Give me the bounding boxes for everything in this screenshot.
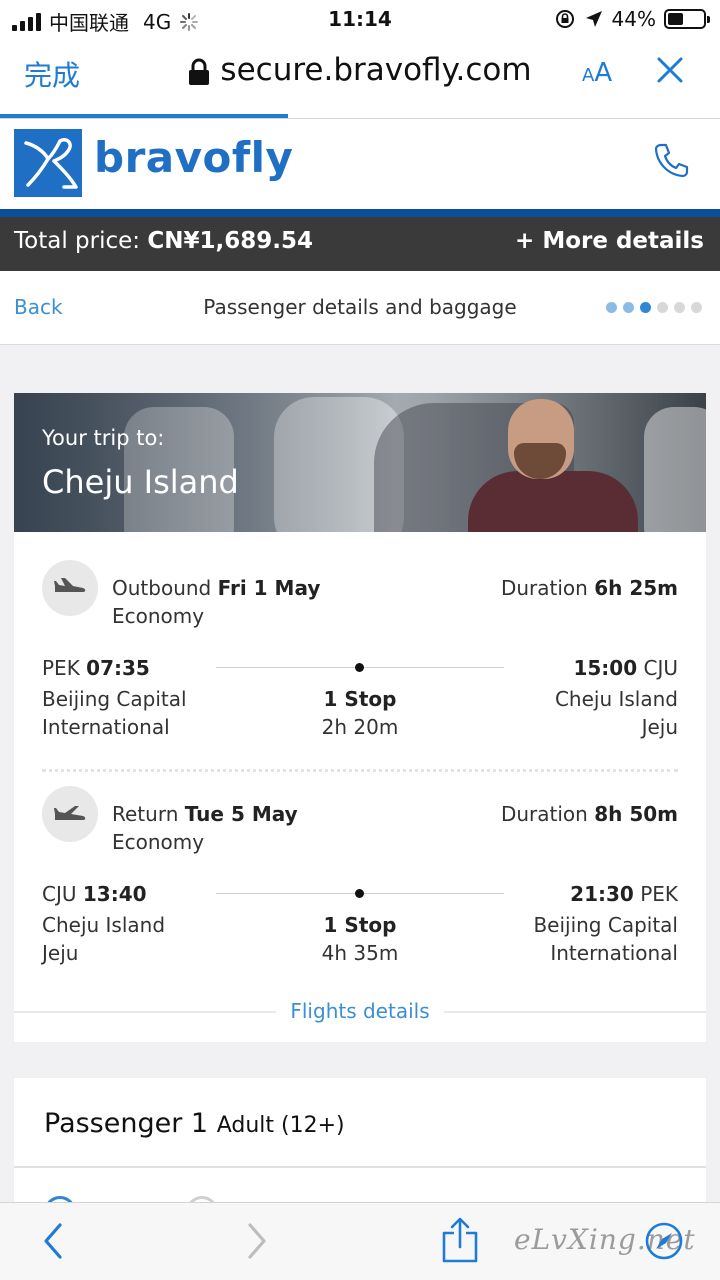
return-stops: 1 Stop [323, 913, 397, 937]
header-stripe [0, 209, 720, 217]
outbound-stop-dot [355, 663, 364, 672]
compass-icon[interactable] [644, 1221, 684, 1265]
forward-arrow-icon[interactable] [244, 1221, 270, 1265]
outbound-arrival: 15:00 CJU [573, 656, 678, 680]
browser-toolbar: eLvXing.net [0, 1202, 720, 1280]
total-price-amount: CN¥1,689.54 [147, 228, 313, 254]
step-dot [674, 302, 685, 313]
passenger-card: Passenger 1 Adult (12+) [14, 1078, 706, 1228]
lock-icon [189, 58, 210, 85]
return-stop-dot [355, 889, 364, 898]
return-duration: Duration 8h 50m [500, 802, 678, 826]
location-arrow-icon [585, 11, 602, 27]
phone-icon[interactable] [652, 141, 690, 183]
brand-name[interactable]: bravofly [94, 133, 293, 182]
step-progress-dots [606, 302, 702, 313]
trip-destination: Cheju Island [42, 463, 239, 501]
plane-arrival-icon [42, 786, 98, 842]
site-header: bravofly [0, 119, 720, 209]
passenger-title: Passenger 1 Adult (12+) [44, 1108, 345, 1139]
step-dot [691, 302, 702, 313]
step-dot [623, 302, 634, 313]
url-text: secure.bravofly.com [220, 52, 532, 88]
close-icon[interactable] [656, 56, 684, 88]
battery-icon [664, 9, 710, 29]
passenger-type: Adult (12+) [216, 1113, 345, 1138]
battery-percent: 44% [611, 7, 656, 31]
return-stop-duration: 4h 35m [321, 941, 399, 965]
return-arrival: 21:30 PEK [570, 882, 678, 906]
rotation-lock-icon [555, 10, 574, 28]
total-price-bar: Total price: CN¥1,689.54 + More details [0, 217, 720, 271]
outbound-arrival-airport: Jeju [641, 715, 678, 739]
return-arrival-airport: International [550, 941, 678, 965]
return-header: Return Tue 5 May [112, 802, 298, 826]
share-icon[interactable] [440, 1217, 480, 1267]
return-departure: CJU 13:40 [42, 882, 147, 906]
outbound-cabin: Economy [112, 604, 205, 628]
step-dot [606, 302, 617, 313]
outbound-stop-duration: 2h 20m [321, 715, 399, 739]
outbound-departure: PEK 07:35 [42, 656, 150, 680]
return-arrival-city: Beijing Capital [533, 913, 678, 937]
back-arrow-icon[interactable] [40, 1221, 66, 1265]
total-price: Total price: CN¥1,689.54 [14, 228, 313, 254]
trip-hero-banner: Your trip to: Cheju Island [14, 393, 706, 532]
outbound-departure-airport: International [42, 715, 170, 739]
more-details-link[interactable]: + More details [515, 228, 704, 254]
leg-divider [42, 769, 678, 772]
bravofly-logo-mark[interactable] [14, 129, 82, 197]
return-departure-airport: Jeju [42, 941, 79, 965]
step-dot [657, 302, 668, 313]
outbound-stops: 1 Stop [323, 687, 397, 711]
flights-details-link[interactable]: Flights details [14, 999, 706, 1023]
return-departure-city: Cheju Island [42, 913, 166, 937]
outbound-duration: Duration 6h 25m [500, 576, 678, 600]
step-dot [640, 302, 651, 313]
outbound-arrival-city: Cheju Island [554, 687, 678, 711]
outbound-header: Outbound Fri 1 May [112, 576, 321, 600]
step-navigation: Back Passenger details and baggage [0, 271, 720, 345]
trip-subtitle: Your trip to: [42, 426, 165, 450]
browser-address-bar: 完成 secure.bravofly.com AA [0, 38, 720, 119]
text-size-button[interactable]: AA [582, 58, 612, 88]
plane-departure-icon [42, 560, 98, 616]
status-bar: 中国联通 4G 11:14 44% [0, 0, 720, 38]
trip-summary-card: Outbound Fri 1 May Economy Duration 6h 2… [14, 532, 706, 1042]
outbound-departure-city: Beijing Capital [42, 687, 187, 711]
return-cabin: Economy [112, 830, 205, 854]
